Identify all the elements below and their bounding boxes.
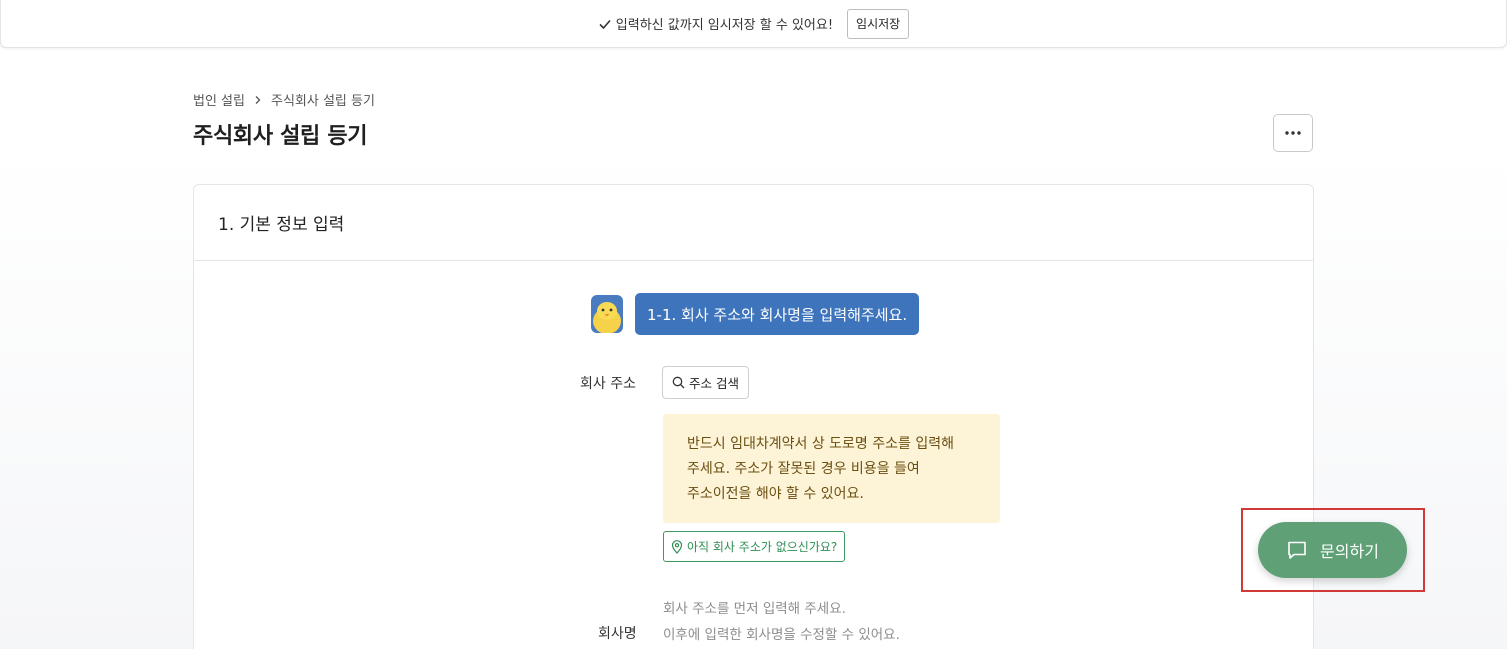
autosave-text: 입력하신 값까지 임시저장 할 수 있어요!: [615, 18, 834, 33]
chat-bubble-icon: [1288, 541, 1306, 559]
more-icon: [1285, 131, 1301, 135]
location-pin-icon: [671, 539, 683, 554]
bot-message-row: 1-1. 회사 주소와 회사명을 입력해주세요.: [591, 293, 920, 335]
notice-line: 주세요. 주소가 잘못된 경우 비용을 들여: [687, 461, 920, 477]
no-address-button[interactable]: 아직 회사 주소가 없으신가요?: [663, 531, 846, 562]
address-search-button[interactable]: 주소 검색: [662, 366, 749, 399]
no-address-label: 아직 회사 주소가 없으신가요?: [687, 540, 838, 554]
section-title: 1. 기본 정보 입력: [194, 185, 1313, 261]
company-name-hint: 회사 주소를 먼저 입력해 주세요.: [663, 601, 846, 617]
breadcrumb-parent[interactable]: 법인 설립: [193, 90, 245, 109]
autosave-message: 입력하신 값까지 임시저장 할 수 있어요!: [598, 14, 833, 33]
company-name-hint: 이후에 입력한 회사명을 수정할 수 있어요.: [663, 627, 900, 643]
bot-message-bubble: 1-1. 회사 주소와 회사명을 입력해주세요.: [635, 293, 920, 335]
notice-line: 반드시 임대차계약서 상 도로명 주소를 입력해: [687, 436, 954, 452]
company-address-label: 회사 주소: [580, 376, 636, 392]
temp-save-button[interactable]: 임시저장: [847, 8, 910, 39]
more-options-button[interactable]: [1273, 114, 1313, 152]
chevron-right-icon: [255, 95, 261, 104]
basic-info-card: 1. 기본 정보 입력 1-1. 회사 주소와 회사명을 입력해주세요. 회사 …: [193, 184, 1314, 649]
page-title: 주식회사 설립 등기: [193, 124, 368, 149]
address-notice: 반드시 임대차계약서 상 도로명 주소를 입력해 주세요. 주소가 잘못된 경우…: [663, 414, 1000, 523]
search-icon: [672, 376, 685, 389]
company-name-label: 회사명: [598, 626, 637, 642]
breadcrumb-current: 주식회사 설립 등기: [270, 94, 375, 109]
chick-icon: [593, 302, 621, 333]
notice-line: 주소이전을 해야 할 수 있어요.: [687, 486, 864, 502]
chick-avatar: [591, 295, 623, 333]
autosave-bar: 입력하신 값까지 임시저장 할 수 있어요! 임시저장: [0, 0, 1507, 48]
breadcrumb: 법인 설립 주식회사 설립 등기: [193, 90, 375, 109]
address-search-label: 주소 검색: [689, 376, 739, 391]
check-icon: [599, 19, 611, 29]
chat-button-label: 문의하기: [1320, 542, 1379, 561]
chat-inquiry-button[interactable]: 문의하기: [1258, 522, 1407, 578]
